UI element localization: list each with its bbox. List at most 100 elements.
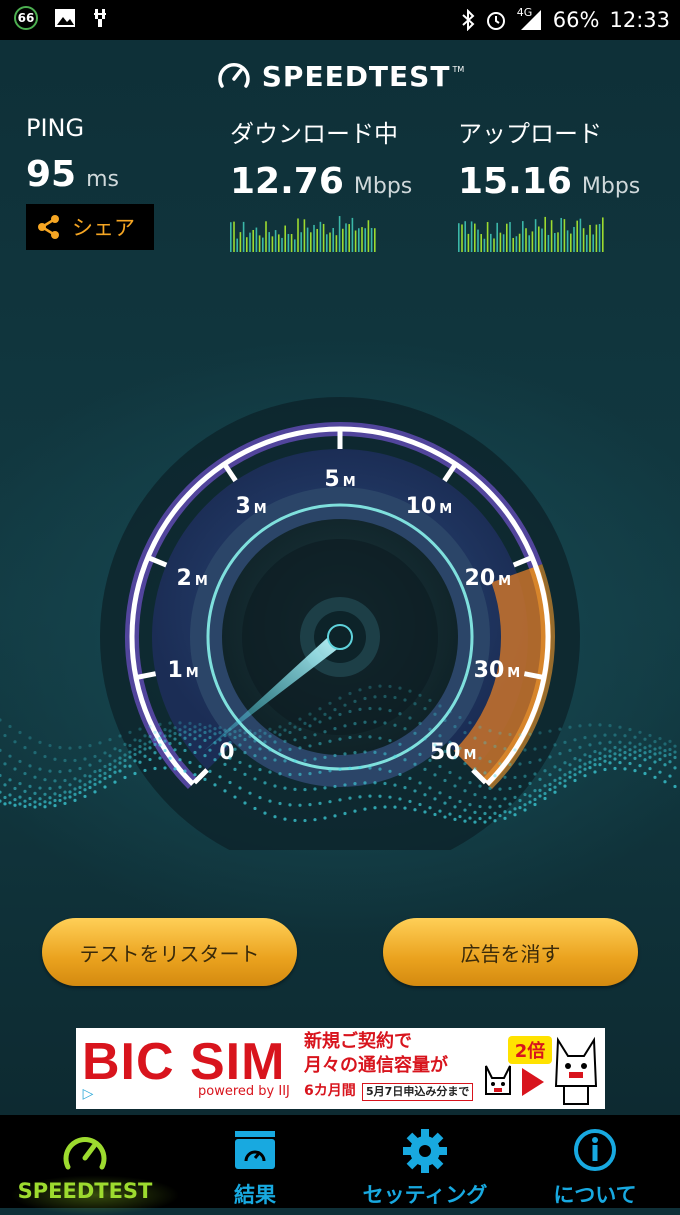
- wave-dot: [203, 738, 207, 742]
- wave-dot: [543, 745, 547, 749]
- restart-test-button[interactable]: テストをリスタート: [42, 918, 297, 986]
- wave-dot: [418, 781, 422, 785]
- ad-banner[interactable]: BIC SIM powered by IIJ 新規ご契約で 月々の通信容量が 6…: [76, 1028, 605, 1109]
- ad-choices-icon[interactable]: ▷: [76, 1086, 100, 1108]
- sparkline-bar: [268, 232, 270, 252]
- wave-dot: [578, 758, 582, 762]
- wave-dot: [458, 799, 462, 804]
- ping-metric: PING 95 ms: [26, 114, 119, 195]
- wave-dot: [18, 730, 22, 735]
- wave-dot: [208, 735, 212, 740]
- wave-dot: [98, 741, 102, 745]
- wave-dot: [638, 754, 642, 758]
- wave-dot: [363, 720, 367, 724]
- wave-dot: [248, 734, 252, 739]
- nav-about-label: について: [553, 1183, 637, 1207]
- sparkline-bar: [374, 228, 376, 252]
- wave-dot: [173, 767, 177, 771]
- sparkline-bar: [367, 220, 370, 252]
- wave-dot: [298, 772, 302, 776]
- sparkline-bar: [370, 227, 373, 252]
- wave-dot: [293, 818, 297, 823]
- wave-dot: [103, 764, 107, 769]
- wave-dot: [368, 766, 372, 770]
- wave-dot: [338, 767, 342, 771]
- wave-dot: [58, 793, 62, 798]
- wave-dot: [243, 737, 247, 742]
- wave-dot: [413, 762, 417, 766]
- wave-dot: [18, 781, 22, 786]
- wave-dot: [563, 773, 567, 777]
- wave-dot: [323, 786, 327, 790]
- wave-dot: [478, 725, 482, 729]
- wave-dot: [578, 765, 582, 769]
- wave-dot: [433, 773, 437, 777]
- sparkline-bar: [560, 217, 562, 252]
- wave-dot: [268, 799, 272, 803]
- wave-dot: [223, 762, 227, 766]
- wave-dot: [368, 794, 372, 798]
- wave-dot: [328, 701, 332, 705]
- wave-dot: [648, 766, 652, 771]
- wave-dot: [303, 818, 307, 823]
- mascot-small-icon: [485, 1065, 511, 1095]
- nav-settings[interactable]: セッティング: [340, 1115, 510, 1208]
- sparkline-bar: [265, 221, 267, 252]
- wave-dot: [633, 769, 637, 773]
- battery-percent: 66%: [552, 8, 600, 32]
- wave-dot: [178, 741, 182, 745]
- wave-dot: [428, 806, 432, 810]
- wave-dot: [208, 769, 212, 773]
- wave-dot: [643, 746, 647, 750]
- wave-dot: [258, 735, 262, 739]
- wave-dot: [153, 751, 157, 755]
- wave-dot: [63, 758, 67, 763]
- wave-dot: [573, 773, 577, 777]
- upload-sparkline: [458, 216, 604, 252]
- wave-dot: [378, 767, 382, 771]
- wave-dot: [23, 771, 27, 776]
- wave-dot: [83, 774, 87, 778]
- ad-badge: 2倍: [508, 1036, 552, 1064]
- wave-dot: [3, 783, 7, 787]
- wave-dot: [578, 724, 582, 728]
- wave-dot: [163, 734, 167, 738]
- wave-dot: [268, 770, 272, 774]
- wave-dot: [488, 760, 492, 764]
- wave-dot: [473, 736, 477, 740]
- sparkline-bar: [477, 229, 479, 252]
- share-button[interactable]: シェア: [26, 204, 154, 250]
- wave-dot: [173, 726, 177, 730]
- wave-dot: [168, 729, 172, 733]
- wave-dot: [28, 784, 32, 788]
- wave-dot: [508, 810, 512, 814]
- wave-dot: [598, 723, 602, 727]
- nav-speedtest[interactable]: SPEEDTEST: [0, 1115, 170, 1208]
- wave-dot: [358, 707, 362, 712]
- sparkline-bar: [313, 224, 315, 252]
- wave-dot: [238, 728, 242, 733]
- wave-dot: [83, 757, 87, 761]
- wave-dot: [193, 750, 197, 755]
- wave-dot: [563, 740, 567, 744]
- wave-dot: [383, 721, 387, 725]
- nav-results[interactable]: 結果: [170, 1115, 340, 1208]
- wave-dot: [238, 743, 242, 747]
- wave-dot: [363, 807, 367, 811]
- wave-dot: [128, 755, 132, 759]
- remove-ads-button[interactable]: 広告を消す: [383, 918, 638, 986]
- wave-dot: [603, 754, 607, 758]
- wave-dot: [308, 712, 312, 716]
- wave-dot: [353, 751, 357, 755]
- wave-dot: [113, 747, 117, 751]
- wave-dot: [108, 754, 112, 758]
- wave-dot: [53, 792, 57, 796]
- wave-dot: [463, 762, 467, 766]
- wave-dot: [53, 779, 57, 783]
- nav-about[interactable]: について: [510, 1115, 680, 1208]
- sparkline-bar: [528, 235, 530, 252]
- wave-dot: [233, 767, 237, 771]
- sparkline-bar: [499, 232, 502, 252]
- sparkline-bar: [326, 234, 328, 252]
- wave-dot: [373, 750, 377, 755]
